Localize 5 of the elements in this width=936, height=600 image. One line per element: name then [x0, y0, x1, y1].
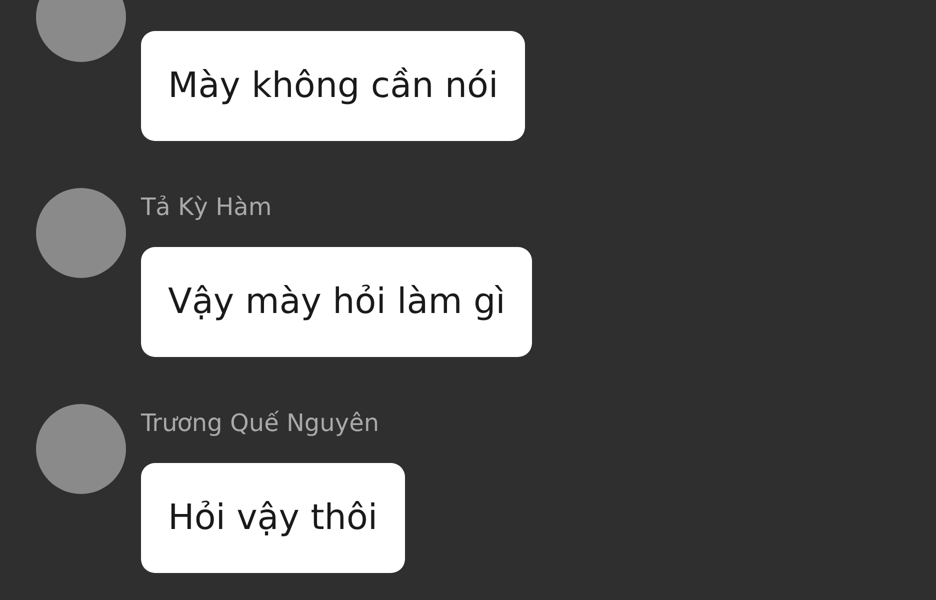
message-bubble: Mày không cần nói — [141, 31, 526, 141]
message-bubble: Vậy mày hỏi làm gì — [141, 247, 532, 357]
message-bubble: Hỏi vậy thôi — [141, 463, 405, 573]
sender-name: Tả Kỳ Hàm — [141, 192, 272, 223]
sender-name: Trương Quế Nguyên — [141, 408, 380, 439]
